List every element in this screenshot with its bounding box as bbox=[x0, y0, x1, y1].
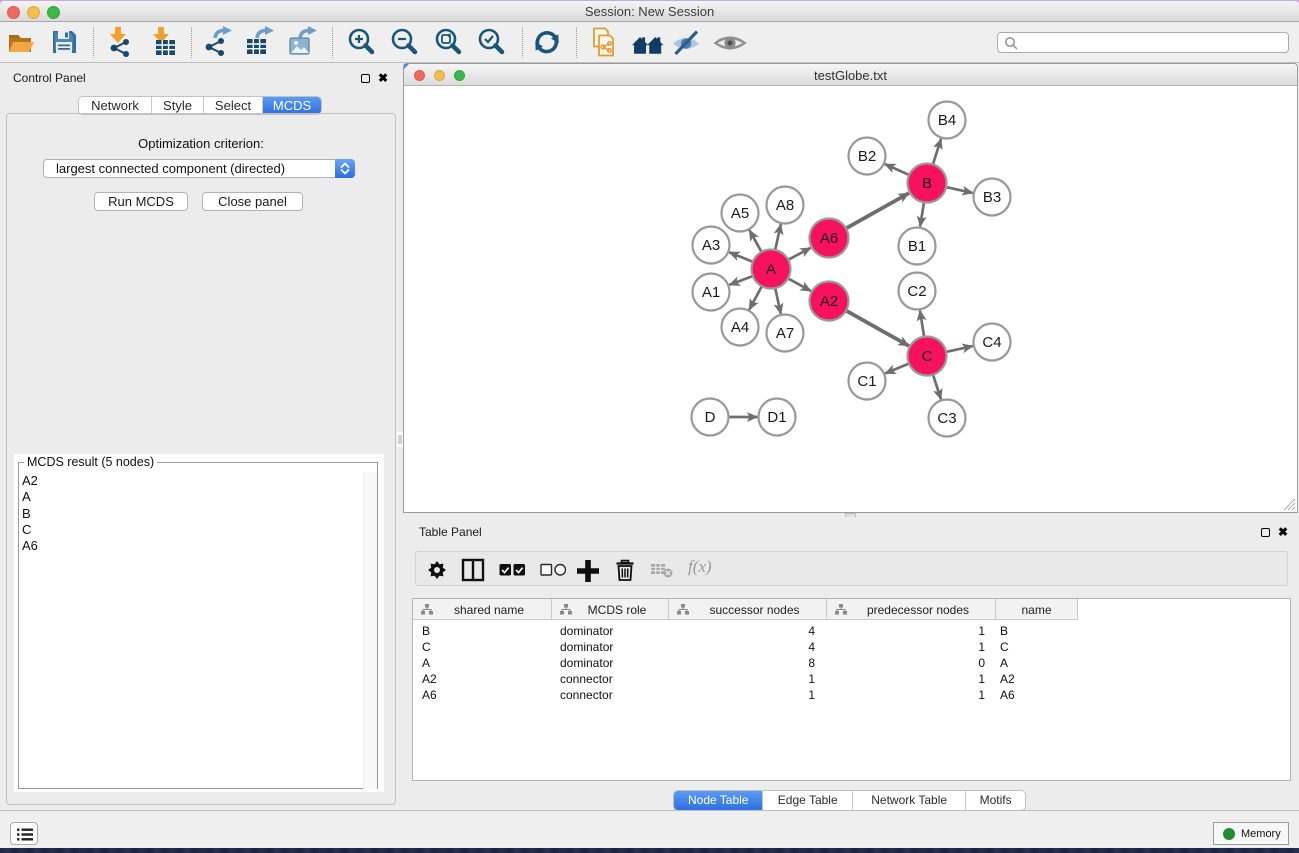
svg-text:D1: D1 bbox=[767, 409, 786, 426]
svg-text:A7: A7 bbox=[776, 325, 794, 342]
svg-text:A8: A8 bbox=[776, 197, 794, 214]
svg-text:C1: C1 bbox=[857, 373, 876, 390]
svg-text:B2: B2 bbox=[858, 148, 876, 165]
svg-text:B3: B3 bbox=[983, 189, 1001, 206]
svg-text:A3: A3 bbox=[702, 237, 720, 254]
svg-text:C2: C2 bbox=[907, 283, 926, 300]
svg-text:A: A bbox=[766, 261, 776, 278]
svg-text:C: C bbox=[922, 348, 933, 365]
svg-text:D: D bbox=[705, 409, 716, 426]
svg-text:C4: C4 bbox=[982, 334, 1001, 351]
svg-text:B4: B4 bbox=[938, 112, 956, 129]
svg-text:B: B bbox=[922, 175, 932, 192]
svg-text:A2: A2 bbox=[820, 293, 838, 310]
svg-text:B1: B1 bbox=[908, 238, 926, 255]
svg-text:A4: A4 bbox=[731, 319, 749, 336]
svg-text:A5: A5 bbox=[731, 205, 749, 222]
svg-text:C3: C3 bbox=[937, 410, 956, 427]
svg-text:A1: A1 bbox=[702, 284, 720, 301]
svg-text:A6: A6 bbox=[820, 230, 838, 247]
